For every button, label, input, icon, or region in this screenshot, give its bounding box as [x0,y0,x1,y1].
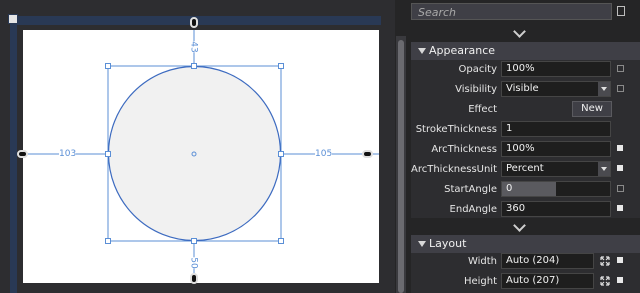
advanced-options-icon[interactable] [617,85,624,92]
section-appearance[interactable]: Appearance [411,42,640,60]
auto-size-icon[interactable] [600,276,610,286]
margin-bottom-label: 50 [188,257,199,269]
field-value: 100% [506,63,535,74]
advanced-options-icon[interactable] [617,277,623,283]
field-value: 1 [506,123,513,134]
field-value: Percent [506,163,544,174]
property-label: Opacity [458,64,497,75]
auto-size-icon[interactable] [600,256,610,266]
property-label: StrokeThickness [415,124,497,135]
property-label: Height [463,276,497,287]
field-value: Auto (204) [506,255,560,266]
property-label: ArcThickness [431,144,497,155]
property-label: Width [467,256,497,267]
expand-triangle-icon [418,48,426,54]
expand-triangle-icon [418,241,426,247]
search-icon[interactable] [617,6,625,16]
arc-thickness-field[interactable]: 100% [501,141,611,157]
chevron-down-icon [513,25,526,38]
property-label: StartAngle [444,184,497,195]
stroke-thickness-field[interactable]: 1 [501,121,611,137]
field-value: 100% [506,143,535,154]
new-effect-button[interactable]: New [572,101,612,117]
advanced-options-icon[interactable] [617,257,623,263]
width-field[interactable]: Auto (204) [501,253,594,269]
property-label: Visibility [455,84,497,95]
properties-scrollbar-thumb[interactable] [398,40,404,293]
chevron-down-icon [513,219,526,232]
section-title: Appearance [429,44,496,57]
property-label: Effect [468,104,497,115]
advanced-options-icon[interactable] [617,205,623,211]
section-title: Layout [429,237,467,250]
chevron-down-icon [598,162,610,176]
height-field[interactable]: Auto (207) [501,273,594,289]
bottom-margin-pin-icon[interactable] [190,273,198,284]
field-value: 360 [506,203,526,214]
property-label: EndAngle [449,204,497,215]
chevron-down-icon [598,82,610,96]
left-margin-pin-icon[interactable] [17,150,28,158]
margin-left-label: 103 [59,149,77,159]
field-value: 0 [506,183,513,194]
field-value: Auto (207) [506,275,560,286]
arc-shape[interactable] [107,65,282,242]
margin-top-label: 43 [188,41,199,53]
collapse-row[interactable] [411,219,640,232]
start-angle-slider[interactable]: 0 [501,181,611,197]
margin-right-label: 105 [315,149,333,159]
arc-thickness-unit-select[interactable]: Percent [501,161,611,177]
right-margin-pin-icon[interactable] [362,150,373,158]
visibility-select[interactable]: Visible [501,81,611,97]
advanced-options-icon[interactable] [617,65,624,72]
section-layout[interactable]: Layout [411,235,640,253]
property-label: ArcThicknessUnit [411,164,498,175]
opacity-field[interactable]: 100% [501,61,611,77]
top-margin-pin-icon[interactable] [190,17,198,28]
end-angle-slider[interactable]: 360 [501,201,611,217]
advanced-options-icon[interactable] [617,185,624,192]
search-placeholder: Search [418,6,457,19]
advanced-options-icon[interactable] [617,145,623,151]
advanced-options-icon[interactable] [617,165,623,171]
search-input[interactable]: Search [411,3,612,20]
field-value: Visible [506,83,539,94]
collapse-row[interactable] [411,25,640,38]
